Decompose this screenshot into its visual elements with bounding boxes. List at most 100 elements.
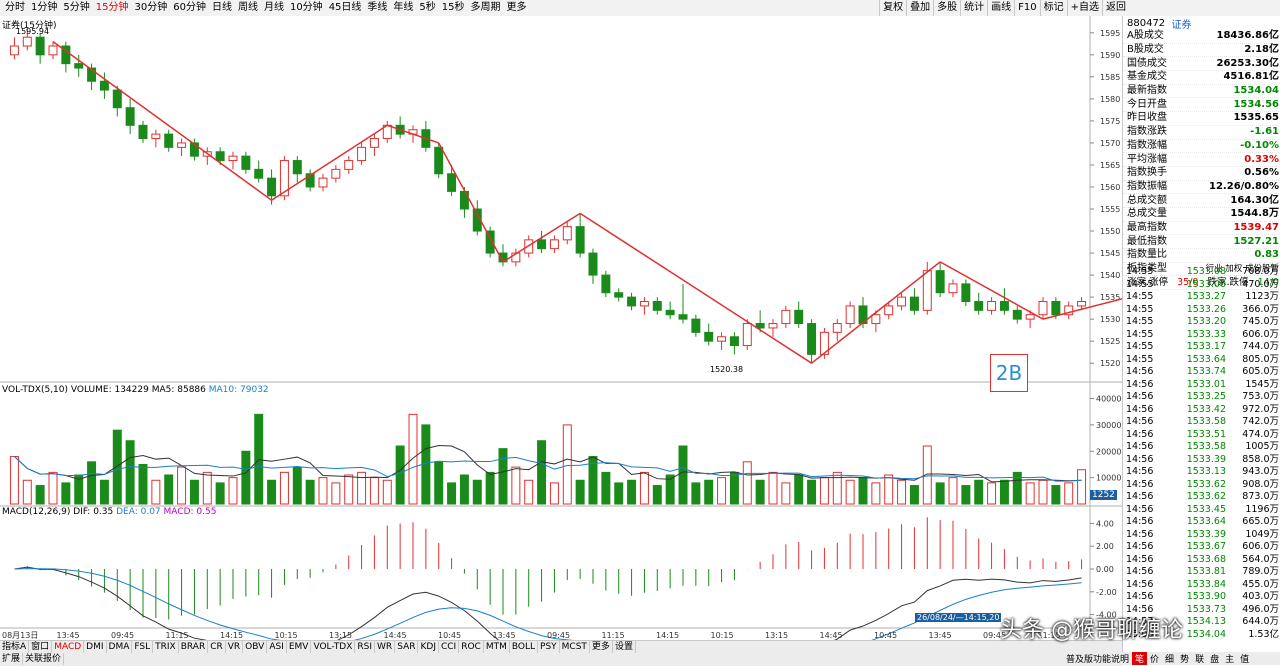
period-tab[interactable]: 月线: [261, 0, 287, 16]
indicator-tab[interactable]: CR: [208, 641, 226, 653]
top-toolbar: 分时 1分钟 5分钟 15分钟 30分钟 60分钟 日线 周线 月线 10分钟 45日线 季线 年线 5秒…: [0, 0, 1280, 17]
trade-row: 14:56 1533.45 1196万: [1123, 504, 1280, 517]
indicator-tab[interactable]: MACD: [52, 641, 85, 653]
period-tab[interactable]: 30分钟: [131, 0, 170, 16]
y-tick-label: 1525: [1100, 337, 1120, 346]
indicator-tab[interactable]: FSL: [132, 641, 154, 653]
status-icon[interactable]: 势: [1177, 652, 1192, 665]
indicator-tab[interactable]: 更多: [590, 641, 613, 653]
indicator-tab[interactable]: VR: [226, 641, 244, 653]
trade-row: 14:55 1533.20 745.0万: [1123, 316, 1280, 329]
status-icon[interactable]: 笔: [1132, 652, 1148, 665]
indicator-tab[interactable]: KDJ: [418, 641, 439, 653]
time-axis-label: 13:45: [57, 631, 80, 640]
indicator-tab[interactable]: WR: [375, 641, 396, 653]
status-icon[interactable]: 价: [1147, 652, 1162, 665]
period-tab[interactable]: 年线: [390, 0, 416, 16]
stat-label: 指数换手: [1127, 167, 1167, 179]
candle-body: [292, 160, 302, 175]
toolbar-button[interactable]: 返回: [1102, 0, 1129, 16]
stat-value: 0.33%: [1244, 153, 1279, 165]
trade-row: 14:56 1533.39 1049万: [1123, 529, 1280, 542]
period-tab[interactable]: 1分钟: [28, 0, 60, 16]
trade-time: 14:56: [1126, 466, 1154, 477]
candle-body: [588, 252, 598, 276]
stat-row: B股成交 2.18亿: [1123, 44, 1280, 58]
trade-time: 14:55: [1126, 316, 1154, 327]
trade-row: 14:56 1533.64 665.0万: [1123, 516, 1280, 529]
volume-bar: [729, 471, 739, 505]
indicator-tab[interactable]: 设置: [613, 641, 636, 653]
toolbar-button[interactable]: 统计: [960, 0, 987, 16]
indicator-tab[interactable]: ASI: [267, 641, 287, 653]
stat-value: 1535.65: [1233, 112, 1279, 124]
indicator-tab[interactable]: 指标A: [0, 641, 30, 653]
status-icon[interactable]: 细: [1162, 652, 1177, 665]
period-tab[interactable]: 15秒: [439, 0, 468, 16]
period-tab[interactable]: 15分钟: [93, 0, 132, 16]
volume-bar: [974, 479, 984, 505]
indicator-tab[interactable]: BOLL: [510, 641, 539, 653]
indicator-tab[interactable]: PSY: [538, 641, 560, 653]
period-tab[interactable]: 日线: [209, 0, 235, 16]
stat-value: 12.26/0.80%: [1209, 180, 1279, 192]
period-tab[interactable]: 10分钟: [287, 0, 326, 16]
toolbar-button[interactable]: 叠加: [906, 0, 933, 16]
y-tick-label: 10000: [1096, 474, 1121, 483]
indicator-tab[interactable]: DMA: [107, 641, 133, 653]
volume-bar: [1064, 482, 1074, 505]
trade-list[interactable]: 14:55 1533.08 708.0万 14:55 1533.00 470.0万 14:5…: [1123, 266, 1280, 641]
volume-bar: [807, 479, 817, 505]
indicator-tab[interactable]: CCI: [439, 641, 460, 653]
bottom-tab[interactable]: 关联报价: [23, 653, 65, 665]
ma5-value: MA5: 85886: [151, 385, 206, 395]
indicator-tab[interactable]: SAR: [395, 641, 419, 653]
toolbar-button[interactable]: 画线: [987, 0, 1014, 16]
candle-body: [215, 151, 225, 162]
toolbar-button[interactable]: F10: [1014, 0, 1039, 16]
indicator-tab[interactable]: BRAR: [179, 641, 209, 653]
candle-body: [1077, 301, 1087, 307]
toolbar-button[interactable]: +自选: [1066, 0, 1102, 16]
period-tab[interactable]: 周线: [235, 0, 261, 16]
toolbar-button[interactable]: 标记: [1039, 0, 1067, 16]
period-tab[interactable]: 45日线: [326, 0, 365, 16]
indicator-tab[interactable]: RSI: [355, 641, 376, 653]
indicator-tab[interactable]: ROC: [459, 641, 484, 653]
period-tab[interactable]: 5分钟: [60, 0, 92, 16]
status-icon[interactable]: 主: [1222, 652, 1237, 665]
indicator-tab[interactable]: VOL-TDX: [311, 641, 356, 653]
period-tab[interactable]: 季线: [364, 0, 390, 16]
toolbar-button[interactable]: 多股: [933, 0, 960, 16]
indicator-tab[interactable]: MCST: [560, 641, 590, 653]
trade-price: 1533.39: [1186, 453, 1226, 465]
annotation-2b: 2B: [990, 354, 1028, 392]
status-icon[interactable]: 联: [1192, 652, 1207, 665]
dif-value: DIF: 0.35: [73, 507, 114, 517]
status-icon[interactable]: 盘: [1207, 652, 1222, 665]
period-tab[interactable]: 更多: [504, 0, 530, 16]
volume-bar: [318, 477, 328, 505]
status-icon[interactable]: 值: [1237, 652, 1252, 665]
indicator-tab[interactable]: 窗口: [29, 641, 53, 653]
bottom-tab[interactable]: 扩展: [0, 653, 24, 665]
indicator-tab[interactable]: TRIX: [153, 641, 179, 653]
volume-bar: [382, 479, 392, 505]
candle-body: [562, 226, 572, 241]
candle-body: [357, 146, 367, 162]
period-tab[interactable]: 多周期: [468, 0, 504, 16]
period-tab[interactable]: 分时: [2, 0, 28, 16]
indicator-tab[interactable]: DMI: [84, 641, 107, 653]
indicator-tab[interactable]: OBV: [243, 641, 268, 653]
trade-time: 14:56: [1126, 578, 1154, 590]
trade-time: 14:56: [1126, 503, 1154, 515]
indicator-tab[interactable]: MTM: [484, 641, 510, 653]
y-tick-label: 1580: [1100, 95, 1120, 104]
period-tab[interactable]: 5秒: [416, 0, 438, 16]
indicator-tab[interactable]: EMV: [287, 641, 312, 653]
toolbar-button[interactable]: 复权: [879, 0, 906, 16]
period-tab[interactable]: 60分钟: [170, 0, 209, 16]
stat-value: 1534.56: [1233, 98, 1279, 110]
candle-body: [164, 133, 174, 148]
chart-area[interactable]: 1595 1590 1585 1580 1575 1570 1565 1560 1555 1550…: [0, 16, 1122, 644]
